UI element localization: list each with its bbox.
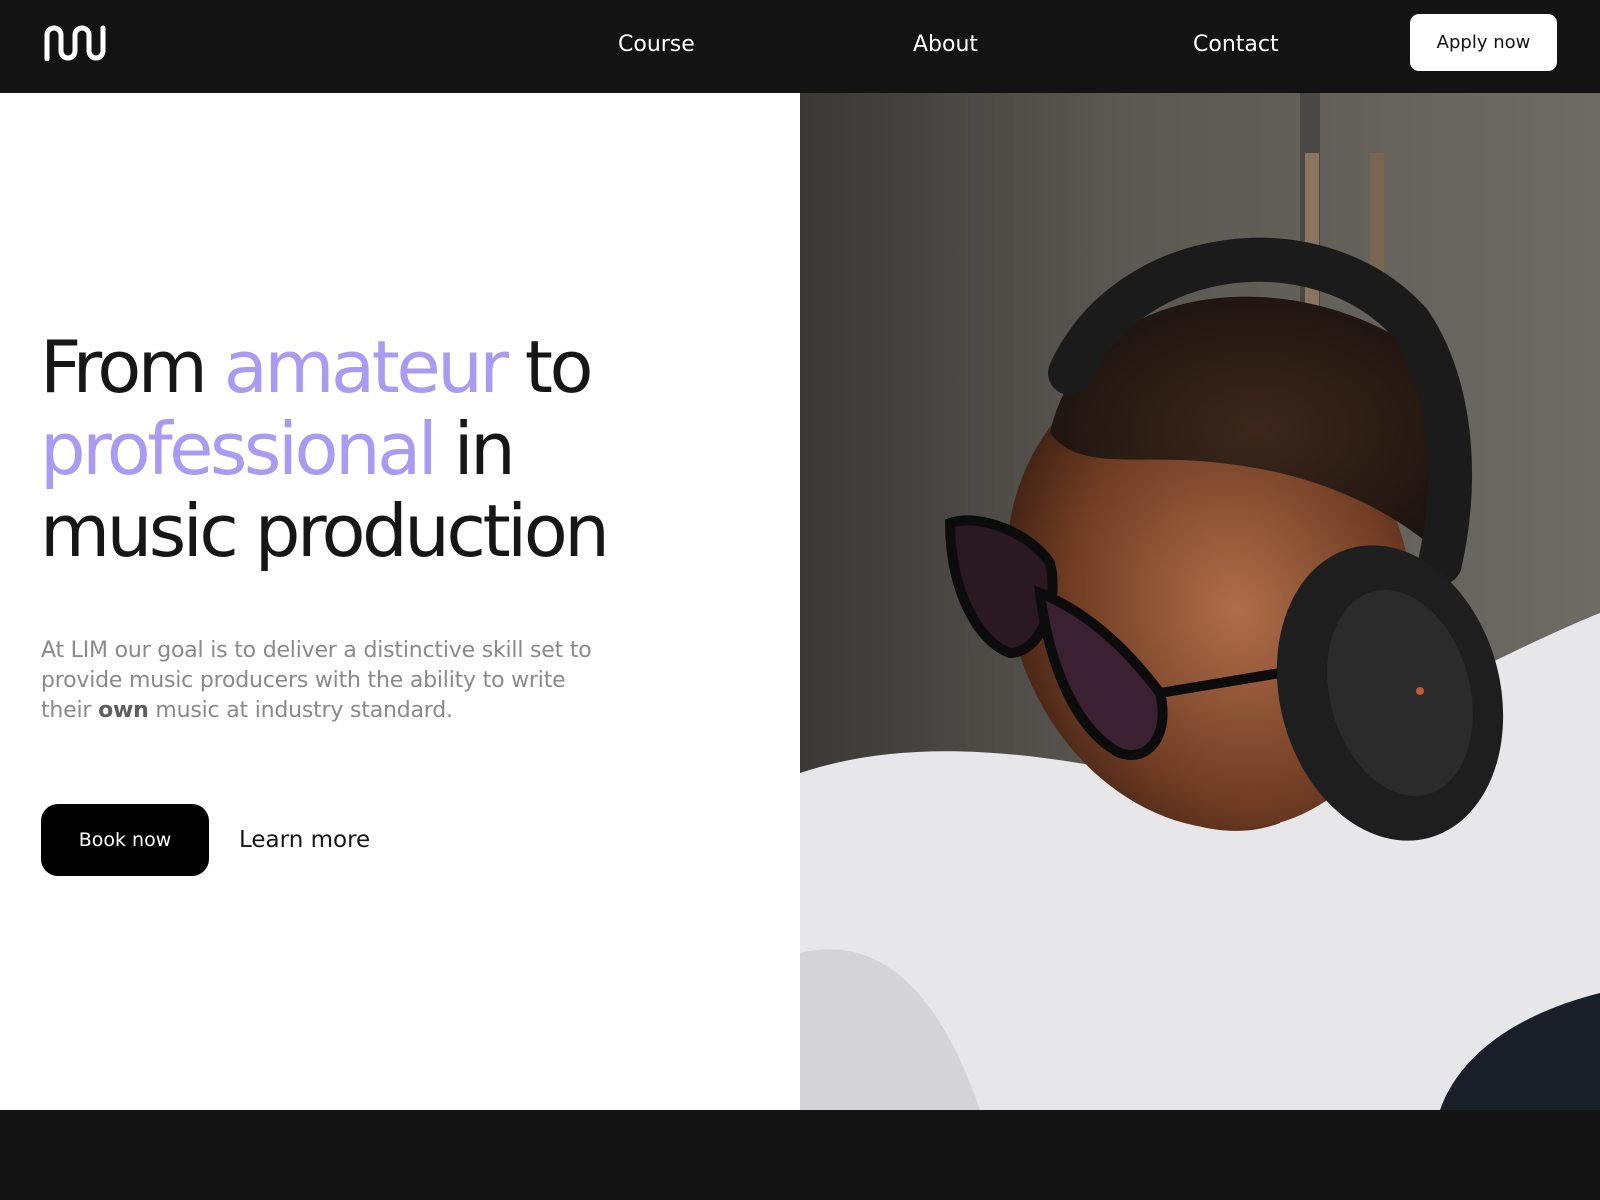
- logo-icon[interactable]: [44, 25, 106, 61]
- description-emphasis: own: [98, 698, 149, 723]
- hero-image: [800, 93, 1600, 1110]
- headline-text: music production: [40, 489, 610, 573]
- learn-more-link[interactable]: Learn more: [239, 825, 370, 855]
- nav-link-contact[interactable]: Contact: [1193, 30, 1279, 60]
- description-text: music at industry standard.: [148, 698, 453, 723]
- footer-band: [0, 1110, 1600, 1200]
- apply-now-button[interactable]: Apply now: [1410, 14, 1557, 71]
- hero-image-illustration: [800, 93, 1600, 1110]
- hero-headline: From amateur to professional in music prod…: [40, 326, 780, 572]
- headline-text: From: [40, 325, 224, 409]
- nav-link-about[interactable]: About: [913, 30, 978, 60]
- hero-description: At LIM our goal is to deliver a distinct…: [41, 636, 601, 726]
- headline-accent-word: professional: [40, 407, 438, 491]
- headline-accent-word: amateur: [223, 325, 509, 409]
- headline-text: to: [505, 325, 594, 409]
- headline-text: in: [434, 407, 516, 491]
- book-now-button[interactable]: Book now: [41, 804, 209, 876]
- top-navbar: Course About Contact Apply now: [0, 0, 1600, 93]
- nav-link-course[interactable]: Course: [618, 30, 695, 60]
